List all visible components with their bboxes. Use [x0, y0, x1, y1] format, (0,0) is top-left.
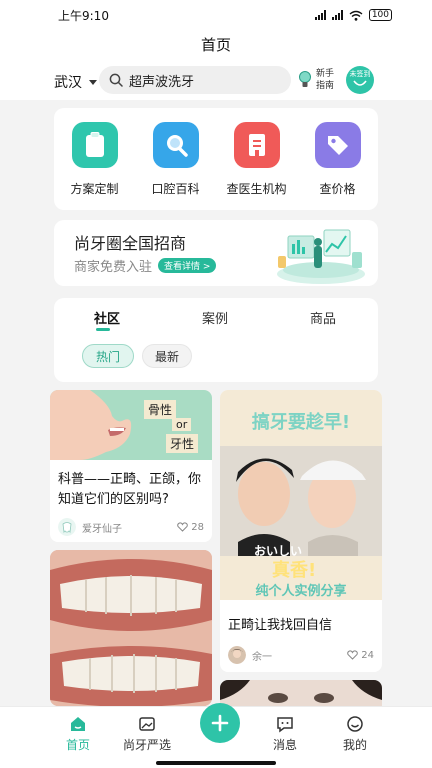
- checkin-button[interactable]: 未签到: [346, 66, 374, 94]
- quick-menu-encyclopedia[interactable]: 口腔百科: [136, 122, 216, 210]
- post-image: 骨性 or 牙性: [50, 390, 212, 460]
- wifi-icon: [349, 10, 363, 21]
- chat-icon: [277, 717, 293, 733]
- newbie-guide-line2: 指南: [316, 81, 335, 91]
- bottom-navigation: 首页 尚牙严选 消息 我的: [0, 703, 432, 768]
- likes-value: 28: [191, 521, 204, 533]
- quick-menu-label: 查医生机构: [226, 182, 287, 196]
- quick-menu-label: 方案定制: [70, 182, 119, 196]
- heart-icon: [347, 650, 359, 660]
- banner-subtitle-row: 商家免费入驻 查看详情 >: [74, 256, 217, 275]
- city-label: 武汉: [54, 75, 82, 91]
- business-illustration: [277, 229, 365, 284]
- header: 首页 武汉 超声波洗牙 新手 指南 未签到: [0, 30, 432, 100]
- lightbulb-icon: [299, 71, 311, 87]
- price-tag-icon: [314, 122, 361, 168]
- image-label-or: or: [172, 418, 192, 431]
- page-title: 首页: [200, 36, 231, 54]
- heart-icon: [177, 522, 189, 532]
- post-card[interactable]: 搞牙要趁早! おいしい 真香! 纯个人实例分享 正畸让我找回自信 余一 24: [220, 390, 382, 672]
- nav-label: 首页: [65, 738, 90, 752]
- quick-menu-label: 口腔百科: [151, 182, 200, 196]
- avatar: [228, 646, 246, 664]
- nav-home[interactable]: 首页: [48, 715, 108, 753]
- city-selector[interactable]: 武汉: [54, 72, 97, 92]
- checkin-label: 未签到: [349, 70, 371, 78]
- post-image: 搞牙要趁早! おいしい 真香! 纯个人实例分享: [220, 390, 382, 600]
- newbie-guide-line1: 新手: [316, 69, 335, 79]
- recruit-banner[interactable]: 尚牙圈全国招商 商家免费入驻 查看详情 >: [54, 220, 378, 286]
- home-indicator: [156, 761, 276, 765]
- likes-value: 24: [361, 649, 374, 661]
- author-name: 余一: [252, 651, 272, 663]
- tab-products[interactable]: 商品: [310, 308, 336, 327]
- building-icon: [233, 122, 280, 168]
- face-photo: [220, 680, 382, 706]
- signal-icon: [314, 10, 326, 20]
- clipboard-icon: [71, 122, 118, 168]
- plus-icon: [211, 714, 229, 732]
- quick-menu-price[interactable]: 查价格: [298, 122, 378, 210]
- image-caption-tasty: 真香!: [272, 560, 317, 581]
- status-bar: 上午9:10 100: [0, 0, 432, 30]
- newbie-guide-label: 新手 指南: [316, 68, 334, 92]
- author-name: 爱牙仙子: [82, 523, 122, 535]
- signal-icon: [331, 10, 343, 20]
- profile-icon: [347, 716, 363, 732]
- nav-selection[interactable]: 尚牙严选: [117, 715, 177, 753]
- post-meta: 爱牙仙子 28: [58, 518, 204, 536]
- like-count[interactable]: 28: [177, 522, 204, 533]
- quick-menu-label: 查价格: [319, 182, 356, 196]
- image-label-dental: 牙性: [166, 434, 199, 453]
- like-count[interactable]: 24: [347, 650, 374, 661]
- status-icons: 100: [314, 9, 392, 21]
- quick-menu-find-doctor[interactable]: 查医生机构: [217, 122, 297, 210]
- tab-community[interactable]: 社区: [94, 308, 120, 327]
- nav-label: 消息: [272, 738, 297, 752]
- teeth-photo: [50, 550, 212, 706]
- nav-profile[interactable]: 我的: [325, 715, 385, 753]
- smile-icon: [353, 80, 367, 86]
- post-author: 爱牙仙子: [58, 518, 122, 536]
- battery-icon: 100: [368, 9, 392, 21]
- search-text: 超声波洗牙: [129, 74, 195, 90]
- newbie-guide-button[interactable]: 新手 指南: [298, 68, 334, 92]
- portrait-photo: [220, 446, 382, 556]
- quick-menu-plan[interactable]: 方案定制: [55, 122, 135, 210]
- nav-label: 我的: [342, 738, 367, 752]
- post-card[interactable]: 骨性 or 牙性 科普——正畸、正颌，你知道它们的区别吗? 爱牙仙子 28: [50, 390, 212, 542]
- image-label-skeletal: 骨性: [144, 400, 177, 419]
- community-panel: 社区 案例 商品 热门 最新: [54, 298, 378, 382]
- chip-latest[interactable]: 最新: [142, 344, 192, 368]
- status-time: 上午9:10: [58, 8, 109, 23]
- banner-subtitle: 商家免费入驻: [74, 260, 153, 275]
- caret-down-icon: [89, 79, 97, 85]
- home-icon: [71, 717, 85, 731]
- picture-icon: [139, 717, 155, 731]
- active-tab-indicator: [96, 328, 110, 331]
- view-details-button[interactable]: 查看详情 >: [158, 258, 217, 273]
- avatar: [58, 518, 76, 536]
- post-author: 余一: [228, 646, 272, 664]
- banner-title: 尚牙圈全国招商: [74, 234, 187, 253]
- nav-label: 尚牙严选: [122, 738, 171, 752]
- post-title: 正畸让我找回自信: [228, 618, 333, 633]
- post-title: 科普——正畸、正颌，你知道它们的区别吗?: [58, 472, 202, 507]
- tab-cases[interactable]: 案例: [202, 308, 228, 327]
- post-card[interactable]: [50, 550, 212, 706]
- add-post-button[interactable]: [200, 703, 240, 743]
- search-bar[interactable]: 超声波洗牙: [99, 66, 291, 94]
- chip-hot[interactable]: 热门: [82, 344, 134, 368]
- post-card[interactable]: [220, 680, 382, 706]
- magnifier-icon: [152, 122, 199, 168]
- quick-menu: 方案定制 口腔百科 查医生机构 查价格: [54, 108, 378, 210]
- image-caption-share: 纯个人实例分享: [255, 584, 347, 599]
- search-icon: [109, 73, 123, 87]
- nav-messages[interactable]: 消息: [255, 715, 315, 753]
- post-meta: 余一 24: [228, 646, 374, 664]
- image-headline: 搞牙要趁早!: [251, 412, 351, 433]
